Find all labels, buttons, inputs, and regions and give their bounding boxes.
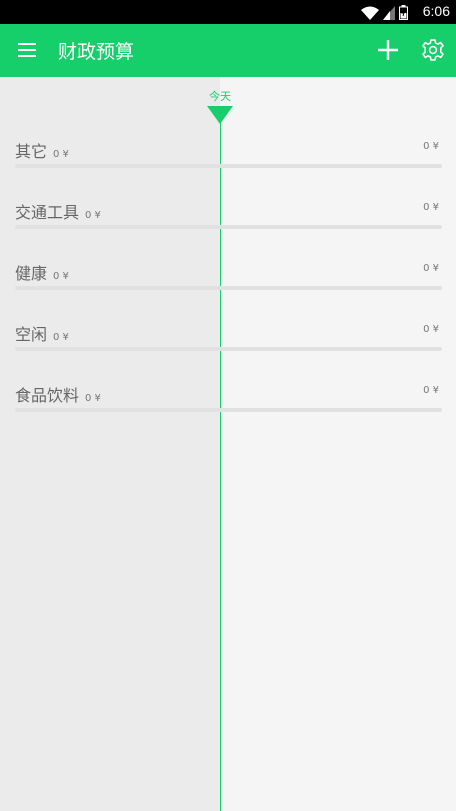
category-name-row: 空闲 0 ¥ bbox=[15, 321, 69, 345]
battery-icon bbox=[399, 5, 408, 20]
category-progress-bar bbox=[15, 164, 442, 168]
today-label: 今天 bbox=[209, 90, 231, 103]
category-name: 健康 bbox=[15, 264, 48, 283]
category-row[interactable]: 交通工具 0 ¥ 0 ¥ bbox=[0, 199, 456, 260]
category-progress-bar bbox=[15, 347, 442, 351]
status-time: 6:06 bbox=[422, 3, 450, 19]
app-bar: 财政预算 bbox=[0, 24, 456, 77]
menu-icon[interactable] bbox=[18, 43, 36, 57]
category-right-amount: 0 ¥ bbox=[423, 324, 439, 335]
category-amount: 0 ¥ bbox=[53, 271, 69, 282]
category-progress-bar bbox=[15, 408, 442, 412]
category-right-amount: 0 ¥ bbox=[423, 263, 439, 274]
category-name: 交通工具 bbox=[15, 203, 80, 222]
category-name: 空闲 bbox=[15, 325, 48, 344]
status-bar: 6:06 bbox=[0, 0, 456, 24]
page-title: 财政预算 bbox=[58, 41, 135, 63]
signal-icon bbox=[383, 6, 395, 20]
category-row[interactable]: 其它 0 ¥ 0 ¥ bbox=[0, 138, 456, 199]
category-name: 食品饮料 bbox=[15, 386, 80, 405]
category-right-amount: 0 ¥ bbox=[423, 385, 439, 396]
category-amount: 0 ¥ bbox=[53, 332, 69, 343]
category-name-row: 其它 0 ¥ bbox=[15, 138, 69, 162]
category-amount: 0 ¥ bbox=[85, 393, 101, 404]
plus-icon[interactable] bbox=[376, 38, 400, 62]
category-progress-bar bbox=[15, 225, 442, 229]
wifi-icon bbox=[361, 6, 379, 20]
category-row[interactable]: 食品饮料 0 ¥ 0 ¥ bbox=[0, 382, 456, 443]
category-row[interactable]: 空闲 0 ¥ 0 ¥ bbox=[0, 321, 456, 382]
category-amount: 0 ¥ bbox=[85, 210, 101, 221]
category-name: 其它 bbox=[15, 142, 48, 161]
category-name-row: 食品饮料 0 ¥ bbox=[15, 382, 101, 406]
status-icons bbox=[361, 4, 408, 20]
category-name-row: 交通工具 0 ¥ bbox=[15, 199, 101, 223]
category-amount: 0 ¥ bbox=[53, 149, 69, 160]
category-progress-bar bbox=[15, 286, 442, 290]
category-right-amount: 0 ¥ bbox=[423, 141, 439, 152]
category-right-amount: 0 ¥ bbox=[423, 202, 439, 213]
category-name-row: 健康 0 ¥ bbox=[15, 260, 69, 284]
category-row[interactable]: 健康 0 ¥ 0 ¥ bbox=[0, 260, 456, 321]
gear-icon[interactable] bbox=[421, 38, 445, 62]
